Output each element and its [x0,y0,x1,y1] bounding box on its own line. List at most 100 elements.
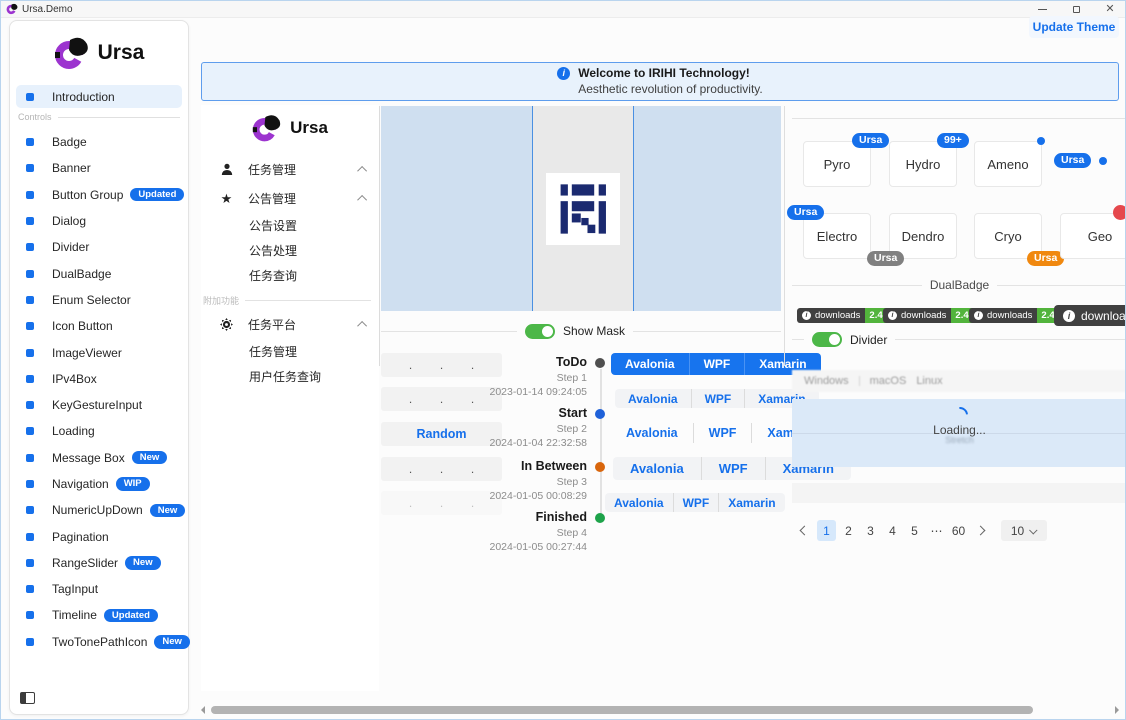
chevron-up-icon [357,321,367,331]
sidebar-item-twotonepathicon[interactable]: TwoTonePathIconNew [10,629,188,655]
sidebar-item-ipv4box[interactable]: IPv4Box [10,366,188,392]
divider [792,118,1126,119]
menu-item-task-platform[interactable]: 任务平台 [201,310,379,339]
titlebar: Ursa.Demo ✕ [1,1,1126,18]
page-prev-button[interactable] [795,520,814,541]
wpf-button[interactable]: WPF [673,493,719,512]
dual-badge: idownloads 2.4k [797,308,892,323]
divider-toggle[interactable] [812,332,842,347]
window-title: Ursa.Demo [22,4,73,15]
sidebar-item-enum-selector[interactable]: Enum Selector [10,287,188,313]
sidebar-item-label: Enum Selector [52,293,131,307]
bullet-icon [26,138,34,146]
sidebar-item-message-box[interactable]: Message BoxNew [10,445,188,471]
welcome-banner: i Welcome to IRIHI Technology! Aesthetic… [201,62,1119,101]
page-button-1[interactable]: 1 [817,520,836,541]
page-size-select[interactable]: 10 [1001,520,1047,541]
sidebar-item-label: Button Group [52,188,123,202]
sidebar-item-timeline[interactable]: TimelineUpdated [10,602,188,628]
sidebar-item-dialog[interactable]: Dialog [10,208,188,234]
sidebar-item-label: Dialog [52,214,86,228]
viewer-center [533,106,633,311]
timeline-dot-start [595,409,605,419]
empty-bar [792,483,1126,503]
avalonia-button[interactable]: Avalonia [605,493,673,512]
update-theme-button[interactable]: Update Theme [1029,16,1119,38]
person-icon [219,163,234,176]
chevron-up-icon [357,166,367,176]
sidebar-item-keygestureinput[interactable]: KeyGestureInput [10,392,188,418]
avalonia-button[interactable]: Avalonia [613,457,701,480]
bullet-icon [26,585,34,593]
scroll-left-icon[interactable] [197,706,205,714]
menu-item-task-query[interactable]: 任务查询 [201,263,379,288]
platform-item-linux[interactable]: Linux [916,375,942,387]
sidebar-collapse-icon[interactable] [20,692,35,704]
timeline-item: Start Step 2 2024-01-04 22:32:58 [437,406,587,449]
wpf-button[interactable]: WPF [689,353,745,375]
wpf-button[interactable]: WPF [693,423,752,443]
menu-scrollbar[interactable] [379,106,380,366]
scroll-right-icon[interactable] [1115,706,1123,714]
center-scrollbar[interactable] [784,106,785,366]
menu-item-task-management-sub[interactable]: 任务管理 [201,339,379,364]
sidebar-item-loading[interactable]: Loading [10,418,188,444]
menu-item-user-task-query[interactable]: 用户任务查询 [201,364,379,389]
page-button-2[interactable]: 2 [839,520,858,541]
platform-item-macos[interactable]: macOS [870,375,907,387]
badge-ursa-standalone: Ursa [1054,153,1091,168]
sidebar-item-navigation[interactable]: NavigationWIP [10,471,188,497]
scrollbar-thumb[interactable] [211,706,1033,714]
platform-list: Windows macOS Linux [792,370,1126,392]
dualbadge-divider-label: DualBadge [930,278,989,292]
page-button-60[interactable]: 60 [949,520,968,541]
bullet-icon [26,480,34,488]
menu-item-task-management[interactable]: 任务管理 [201,155,379,184]
bullet-icon [26,349,34,357]
info-icon: i [1063,310,1075,322]
badge-ursa: Ursa [852,133,889,148]
bullet-icon [26,164,34,172]
avalonia-button[interactable]: Avalonia [611,423,693,443]
page-button-4[interactable]: 4 [883,520,902,541]
page-button-5[interactable]: 5 [905,520,924,541]
sidebar-item-numericupdown[interactable]: NumericUpDownNew [10,497,188,523]
sidebar-item-pagination[interactable]: Pagination [10,523,188,549]
sidebar-item-taginput[interactable]: TagInput [10,576,188,602]
menu-item-announcement-settings[interactable]: 公告设置 [201,213,379,238]
viewer-mask-right [633,106,781,311]
sidebar-item-button-group[interactable]: Button GroupUpdated [10,182,188,208]
maximize-icon [1073,6,1080,13]
sidebar-item-icon-button[interactable]: Icon Button [10,313,188,339]
menu-item-announcement-management[interactable]: ★ 公告管理 [201,184,379,213]
sidebar-item-badge[interactable]: Badge [10,129,188,155]
sidebar-item-banner[interactable]: Banner [10,155,188,181]
sidebar-item-introduction[interactable]: Introduction [16,85,182,108]
sidebar-item-divider[interactable]: Divider [10,234,188,260]
divider-demo: Divider [792,332,1126,347]
avalonia-button[interactable]: Avalonia [611,353,689,375]
wpf-button[interactable]: WPF [701,457,765,480]
sidebar: Ursa Introduction Controls BadgeBannerBu… [9,20,189,715]
show-mask-toggle[interactable] [525,324,555,339]
xamarin-button[interactable]: Xamarin [718,493,784,512]
avalonia-button[interactable]: Avalonia [615,389,691,408]
page-button-3[interactable]: 3 [861,520,880,541]
loading-panel: Loading... Stretch [792,399,1126,467]
menu-item-announcement-processing[interactable]: 公告处理 [201,238,379,263]
sidebar-item-label: NumericUpDown [52,503,143,517]
sidebar-item-rangeslider[interactable]: RangeSliderNew [10,550,188,576]
timeline-dot-todo [595,358,605,368]
sidebar-item-dualbadge[interactable]: DualBadge [10,260,188,286]
show-mask-label: Show Mask [563,324,625,338]
button-group: Avalonia WPF Xamarin [615,389,819,408]
page-next-button[interactable] [971,520,990,541]
banner-title: Welcome to IRIHI Technology! [578,66,763,82]
image-viewer[interactable] [381,106,781,311]
platform-item-windows[interactable]: Windows [804,375,849,387]
sidebar-item-label: Loading [52,424,95,438]
horizontal-scrollbar[interactable] [197,705,1123,715]
page-ellipsis[interactable]: ⋯ [927,520,946,541]
wpf-button[interactable]: WPF [691,389,745,408]
sidebar-item-imageviewer[interactable]: ImageViewer [10,339,188,365]
